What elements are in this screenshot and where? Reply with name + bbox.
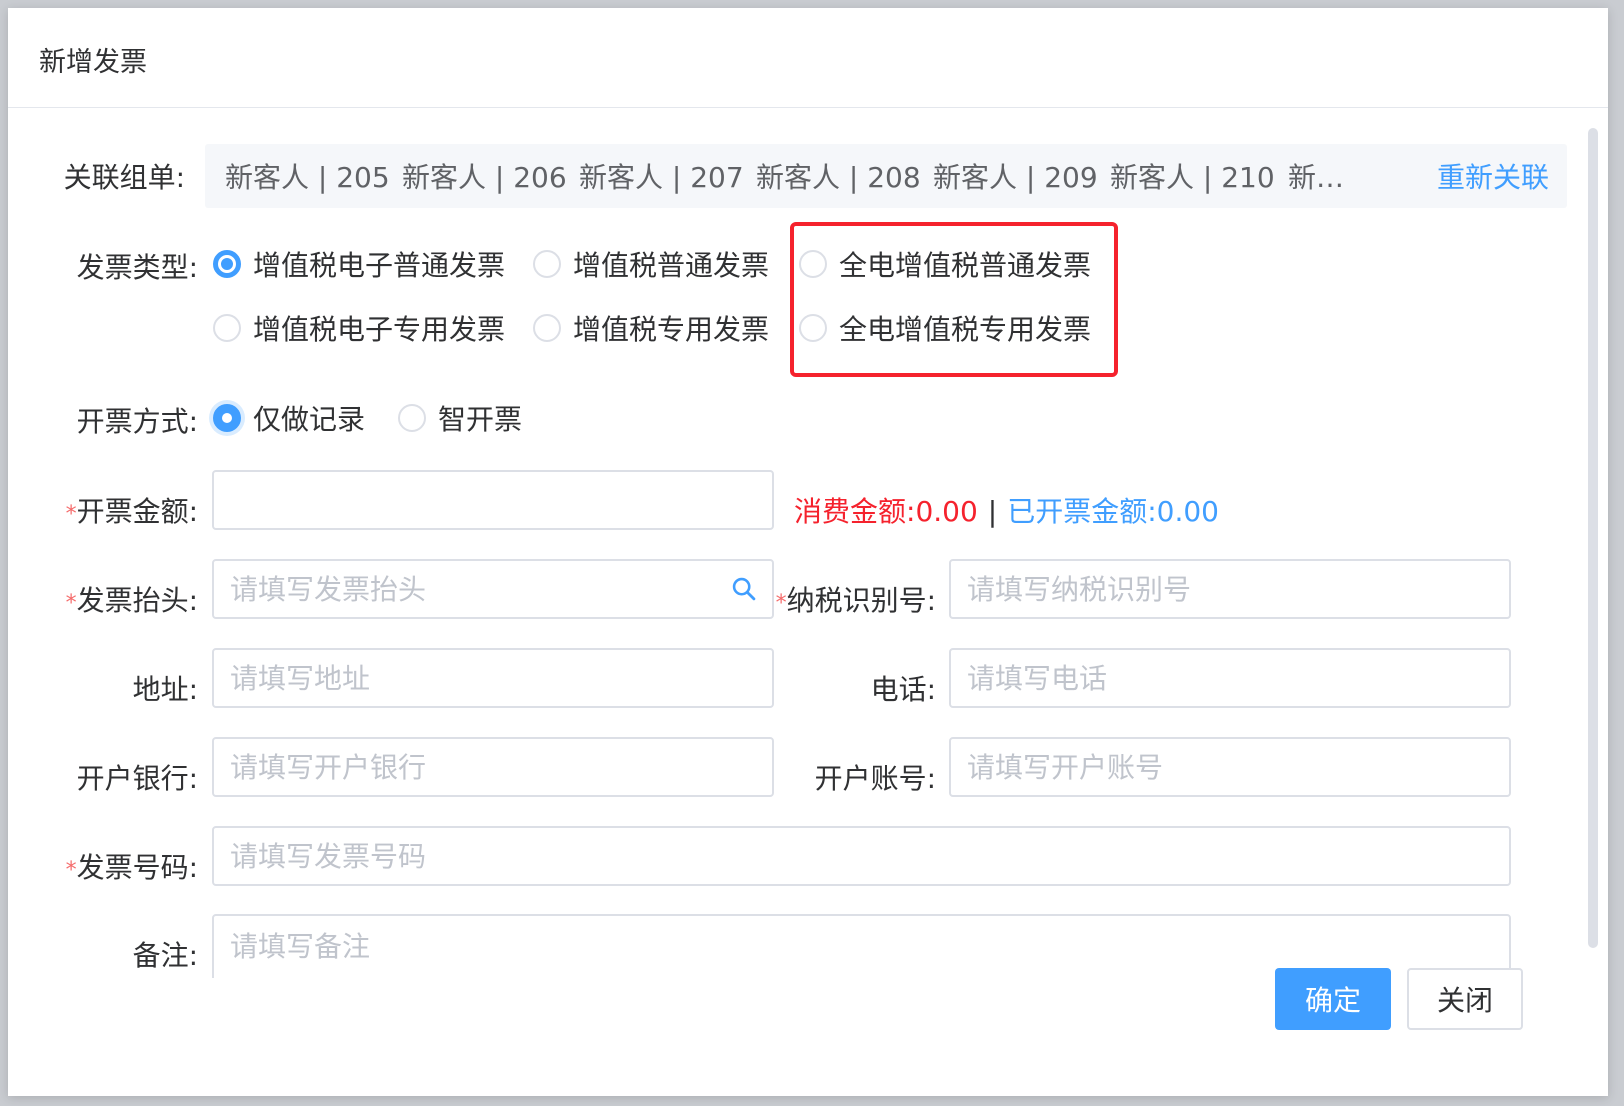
invoice-type-label: 发票类型: <box>76 251 198 284</box>
account-input[interactable] <box>949 737 1511 797</box>
relink-button[interactable]: 重新关联 <box>1437 156 1549 196</box>
linked-orders-bar: 新客人 | 205 新客人 | 206 新客人 | 207 新客人 | 208 … <box>205 144 1567 208</box>
linked-order-item[interactable]: 新客人 | 206 <box>402 156 567 196</box>
radio-vat-special[interactable]: 增值税专用发票 <box>533 308 769 348</box>
linked-order-item[interactable]: 新客人 | 205 <box>225 156 390 196</box>
linked-order-item[interactable]: 新客人 | 207 <box>579 156 744 196</box>
radio-dot-icon <box>213 314 241 342</box>
invoice-no-label: *发票号码: <box>65 851 198 884</box>
radio-smart-issue[interactable]: 智开票 <box>398 398 522 438</box>
address-field[interactable] <box>214 650 772 706</box>
search-icon[interactable] <box>730 575 758 603</box>
amount-label: *开票金额: <box>65 495 198 528</box>
amount-field[interactable] <box>214 472 772 528</box>
radio-record-only[interactable]: 仅做记录 <box>213 398 365 438</box>
issue-method-label: 开票方式: <box>76 405 198 438</box>
bank-input[interactable] <box>212 737 774 797</box>
radio-dot-icon <box>398 404 426 432</box>
invoice-title-label: *发票抬头: <box>65 584 198 617</box>
highlight-annotation-box <box>790 222 1118 377</box>
required-mark: * <box>65 502 77 527</box>
tax-id-label: *纳税识别号: <box>775 584 936 617</box>
account-field[interactable] <box>951 739 1509 795</box>
linked-order-item[interactable]: 新客人 | 209 <box>933 156 1098 196</box>
remark-field[interactable] <box>214 916 1509 976</box>
linked-order-item[interactable]: 新… <box>1288 156 1344 196</box>
amount-summary: 消费金额:0.00 | 已开票金额:0.00 <box>794 495 1219 528</box>
phone-label: 电话: <box>870 673 936 706</box>
required-mark: * <box>775 591 787 616</box>
linked-order-item[interactable]: 新客人 | 208 <box>756 156 921 196</box>
radio-label: 增值税普通发票 <box>573 249 770 282</box>
address-input[interactable] <box>212 648 774 708</box>
linked-orders-label: 关联组单: <box>63 161 185 194</box>
phone-input[interactable] <box>949 648 1511 708</box>
amount-input[interactable] <box>212 470 774 530</box>
bank-label: 开户银行: <box>76 762 198 795</box>
close-button[interactable]: 关闭 <box>1407 968 1523 1030</box>
phone-field[interactable] <box>951 650 1509 706</box>
radio-vat-e-normal[interactable]: 增值税电子普通发票 <box>213 244 505 284</box>
invoice-no-input[interactable] <box>212 826 1511 886</box>
add-invoice-dialog: 新增发票 关联组单: 新客人 | 205 新客人 | 206 新客人 | 207… <box>8 8 1608 1096</box>
address-label: 地址: <box>132 673 198 706</box>
required-mark: * <box>65 858 77 883</box>
radio-label: 增值税电子普通发票 <box>253 249 506 282</box>
radio-dot-icon <box>533 314 561 342</box>
confirm-button[interactable]: 确定 <box>1275 968 1391 1030</box>
linked-order-item[interactable]: 新客人 | 210 <box>1110 156 1275 196</box>
required-mark: * <box>65 591 77 616</box>
tax-id-field[interactable] <box>951 561 1509 617</box>
radio-label: 智开票 <box>438 403 523 436</box>
radio-dot-icon <box>213 404 241 432</box>
radio-dot-icon <box>533 250 561 278</box>
radio-dot-icon <box>213 250 241 278</box>
remark-label: 备注: <box>132 939 198 972</box>
radio-label: 增值税电子专用发票 <box>253 313 506 346</box>
dialog-header: 新增发票 <box>8 8 1608 108</box>
dialog-scrollbar[interactable] <box>1588 128 1598 948</box>
dialog-title: 新增发票 <box>39 47 147 78</box>
dialog-body: 关联组单: 新客人 | 205 新客人 | 206 新客人 | 207 新客人 … <box>8 108 1608 978</box>
radio-vat-e-special[interactable]: 增值税电子专用发票 <box>213 308 505 348</box>
radio-label: 仅做记录 <box>253 403 366 436</box>
invoice-no-field[interactable] <box>214 828 1509 884</box>
bank-field[interactable] <box>214 739 772 795</box>
radio-vat-normal[interactable]: 增值税普通发票 <box>533 244 769 284</box>
invoice-title-field[interactable] <box>214 561 772 617</box>
account-label: 开户账号: <box>814 762 936 795</box>
tax-id-input[interactable] <box>949 559 1511 619</box>
invoice-title-input[interactable] <box>212 559 774 619</box>
radio-label: 增值税专用发票 <box>573 313 770 346</box>
